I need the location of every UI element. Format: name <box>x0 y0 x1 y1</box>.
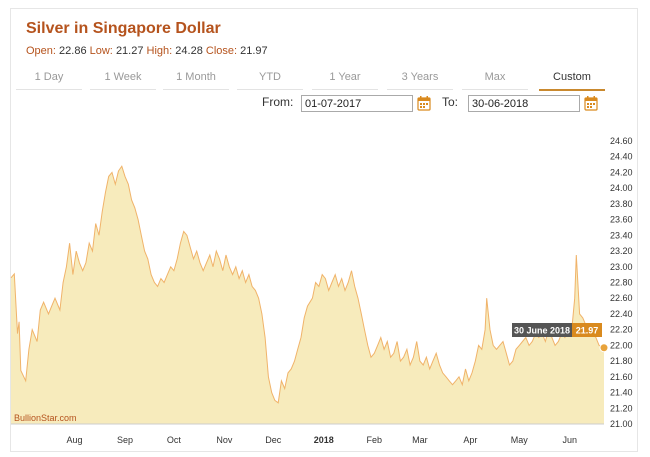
y-tick-label: 21.20 <box>610 403 633 413</box>
x-tick-label: 2018 <box>314 435 334 445</box>
y-tick-label: 24.00 <box>610 183 633 193</box>
y-tick-label: 23.80 <box>610 199 633 209</box>
y-tick-label: 21.40 <box>610 388 633 398</box>
last-price-marker <box>599 343 609 353</box>
y-tick-label: 23.40 <box>610 230 633 240</box>
y-tick-label: 24.20 <box>610 167 633 177</box>
y-tick-label: 24.40 <box>610 152 633 162</box>
y-tick-label: 22.00 <box>610 340 633 350</box>
y-tick-label: 22.40 <box>610 309 633 319</box>
y-tick-label: 21.60 <box>610 372 633 382</box>
watermark: BullionStar.com <box>14 413 77 423</box>
y-tick-label: 21.00 <box>610 419 633 429</box>
plot-area <box>10 165 605 424</box>
x-tick-label: Apr <box>463 435 477 445</box>
y-tick-label: 22.60 <box>610 293 633 303</box>
x-tick-label: May <box>511 435 529 445</box>
tooltip-value: 21.97 <box>576 326 599 336</box>
x-tick-label: Oct <box>167 435 182 445</box>
y-tick-label: 23.20 <box>610 246 633 256</box>
y-tick-label: 23.60 <box>610 215 633 225</box>
x-tick-label: Jun <box>562 435 577 445</box>
price-area-fill <box>11 166 604 424</box>
x-tick-label: Aug <box>66 435 82 445</box>
x-axis: Aug Sep Oct Nov Dec 2018 Feb Mar Apr May Jun <box>11 423 604 445</box>
x-tick-label: Feb <box>367 435 383 445</box>
y-tick-label: 22.80 <box>610 278 633 288</box>
x-tick-label: Nov <box>216 435 233 445</box>
x-tick-label: Sep <box>117 435 133 445</box>
y-tick-label: 23.00 <box>610 262 633 272</box>
price-chart: 21.00 21.20 21.40 21.60 21.80 22.00 22.20 22.40… <box>10 136 633 445</box>
y-tick-label: 21.80 <box>610 356 633 366</box>
y-tick-label: 22.20 <box>610 325 633 335</box>
x-tick-label: Mar <box>412 435 428 445</box>
tooltip-date: 30 June 2018 <box>514 326 570 336</box>
y-tick-label: 24.60 <box>610 136 633 146</box>
x-tick-label: Dec <box>265 435 282 445</box>
y-axis: 21.00 21.20 21.40 21.60 21.80 22.00 22.20 22.40… <box>610 136 633 429</box>
price-tooltip: 30 June 2018 21.97 <box>512 323 602 337</box>
